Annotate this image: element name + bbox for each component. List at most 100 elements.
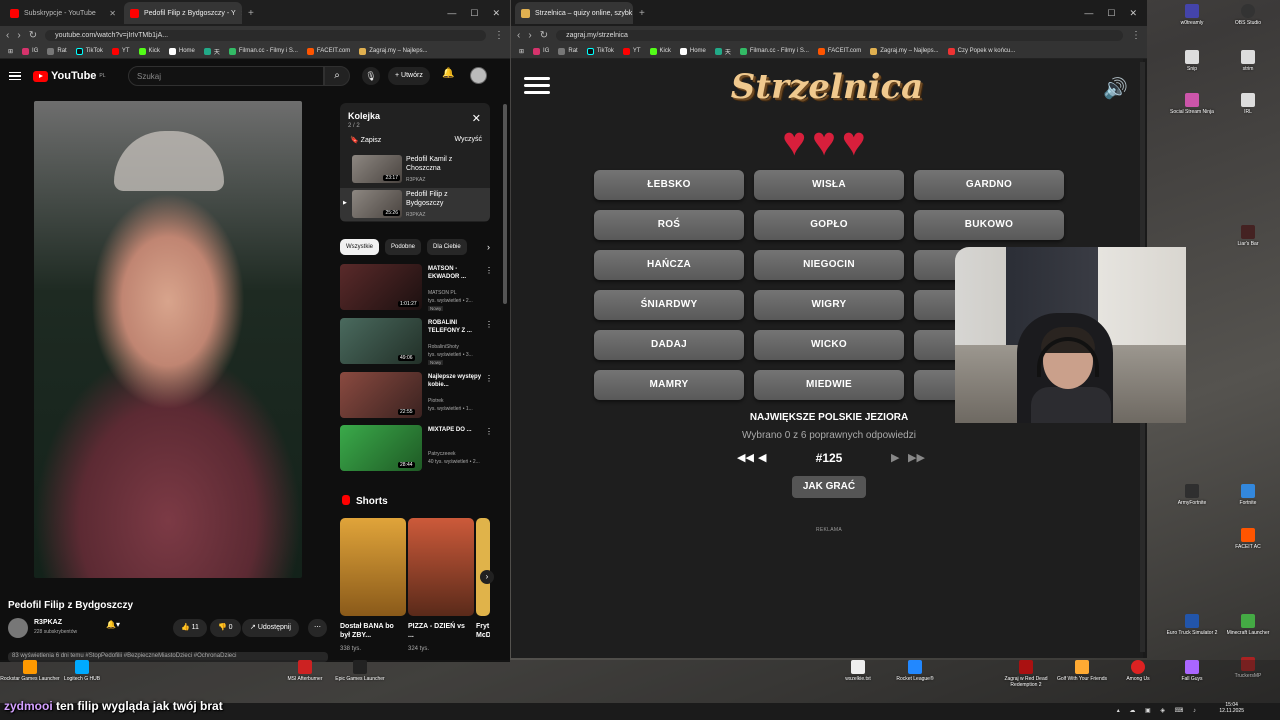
apps-icon[interactable]: ⊞ [519,48,524,55]
taskbar-clock[interactable]: 15:04 12.11.2025 [1219,702,1244,714]
answer-button[interactable]: BUKOWO [914,210,1064,240]
desktop-icon[interactable]: strim [1218,50,1278,72]
chip-all[interactable]: Wszystkie [340,239,379,255]
save-queue-button[interactable]: 🔖 Zapisz [350,136,381,144]
desktop-icon[interactable]: FACEIT AC [1218,528,1278,550]
answer-button[interactable]: DADAJ [594,330,744,360]
tab-subskrypcje[interactable]: Subskrypcje - YouTube ✕ [4,2,122,24]
bookmark-faceit[interactable]: FACEIT.com [306,47,350,55]
how-to-play-button[interactable]: JAK GRAĆ [792,476,866,498]
desktop-icon[interactable]: Euro Truck Simulator 2 [1162,614,1222,636]
desktop-icon[interactable]: ArmyFortnite [1162,484,1222,506]
video-player[interactable] [34,101,302,578]
last-puzzle-icon[interactable]: ▶▶ [908,451,925,464]
chip-similar[interactable]: Podobne [385,239,422,255]
close-window-icon[interactable]: ✕ [492,8,500,19]
reload-icon[interactable]: ↻ [29,30,37,41]
menu-icon[interactable] [9,70,21,83]
desktop-icon[interactable]: Fortnite [1218,484,1278,506]
avatar[interactable] [470,67,487,84]
short-title[interactable]: Dostał BANA bo był ZBY... [340,622,400,640]
channel-avatar[interactable] [8,618,28,638]
forward-icon[interactable]: › [17,30,20,41]
answer-button[interactable]: WISŁA [754,170,904,200]
desktop-icon[interactable]: OBS Studio [1218,4,1278,26]
clear-queue-button[interactable]: Wyczyść [454,136,482,143]
answer-button[interactable]: WICKO [754,330,904,360]
short-thumbnail[interactable] [476,518,490,616]
answer-button[interactable]: ŁEBSKO [594,170,744,200]
desktop-icon[interactable]: Rockstar Games Launcher [0,660,60,682]
system-tray[interactable]: ▴ ☁ ▣ ◈ ⌨ ♪ [1117,707,1200,714]
answer-button[interactable]: ŚNIARDWY [594,290,744,320]
bookmark-popek[interactable]: Czy Popek w końcu... [947,47,1015,55]
forward-icon[interactable]: › [528,30,531,41]
create-button[interactable]: + Utwórz [388,67,430,85]
chevron-right-icon[interactable]: › [480,570,494,584]
back-icon[interactable]: ‹ [517,30,520,41]
more-icon[interactable]: ⋮ [485,374,493,383]
recommended-video[interactable]: 49:06 ROBALINI TELEFONY Z ... RobaliniSh… [340,318,500,366]
maximize-icon[interactable]: ☐ [470,8,478,19]
bookmark-tiktok[interactable]: TikTok [75,47,103,55]
chevron-right-icon[interactable]: › [487,242,490,252]
desktop-icon[interactable]: MSI Afterburner [275,660,335,682]
bookmark-kick[interactable]: Kick [138,47,160,55]
close-window-icon[interactable]: ✕ [1129,8,1137,19]
desktop-icon[interactable]: Rocket League® [885,660,945,682]
desktop-icon[interactable]: Minecraft Launcher [1218,614,1278,636]
answer-button[interactable]: GOPŁO [754,210,904,240]
subscribed-bell-icon[interactable]: 🔔▾ [106,620,120,629]
answer-button[interactable]: MAMRY [594,370,744,400]
more-icon[interactable]: ⋮ [485,427,493,436]
queue-item-current[interactable]: ▶ 25:26 Pedofil Filip z Bydgoszczy R3PKA… [340,188,490,221]
minimize-icon[interactable]: — [447,8,456,19]
desktop-icon[interactable]: Logitech G HUB [52,660,112,682]
bookmark-kick[interactable]: Kick [649,47,671,55]
desktop-icon[interactable]: IRL [1218,93,1278,115]
like-button[interactable]: 👍 11 [173,619,207,637]
youtube-logo[interactable]: YouTube PL [33,70,106,82]
close-tab-icon[interactable]: ✕ [241,9,242,18]
more-icon[interactable]: ⋮ [485,266,493,275]
tab-strzelnica[interactable]: Strzelnica – quizy online, szybk ✕ [515,2,633,24]
desktop-icon[interactable]: Fall Guys [1162,660,1222,682]
url-field[interactable]: youtube.com/watch?v=jIrIvTMb1jA... [45,29,486,41]
answer-button[interactable]: MIEDWIE [754,370,904,400]
more-icon[interactable]: ⋮ [485,320,493,329]
short-title[interactable]: Fryt McD [476,622,490,640]
answer-button[interactable]: NIEGOCIN [754,250,904,280]
close-icon[interactable]: ✕ [472,112,481,125]
desktop-icon[interactable]: Liar's Bar [1218,225,1278,247]
bookmark-rat[interactable]: Rat [47,47,67,55]
answer-button[interactable]: GARDNO [914,170,1064,200]
extensions-icon[interactable]: ⋮ [494,30,504,41]
bookmark-tiktok[interactable]: TikTok [586,47,614,55]
close-tab-icon[interactable]: ✕ [109,9,116,18]
bookmark-yt[interactable]: YT [111,47,130,55]
new-tab-icon[interactable]: + [248,8,254,19]
tab-video[interactable]: Pedofil Filip z Bydgoszczy - Y ✕ [124,2,242,24]
reload-icon[interactable]: ↻ [540,30,548,41]
bookmark-zagraj[interactable]: Zagraj.my – Najleps... [870,47,939,55]
answer-button[interactable]: WIGRY [754,290,904,320]
desktop-icon[interactable]: Snip [1162,50,1222,72]
desktop-icon[interactable]: Social Stream Ninja [1162,93,1222,115]
bookmark-kanji[interactable]: 天 [714,47,731,56]
short-title[interactable]: PIZZA - DZIEŃ vs ... [408,622,468,640]
recommended-video[interactable]: 1:01:27 MATSON - EKWADOR ... MATSON PL t… [340,264,500,312]
speaker-icon[interactable]: 🔊 [1103,76,1128,101]
channel-name[interactable]: R3PKAZ [34,619,62,626]
new-tab-icon[interactable]: + [639,8,645,19]
bookmark-ig[interactable]: IG [22,47,38,55]
bookmark-yt[interactable]: YT [622,47,641,55]
bookmark-zagraj[interactable]: Zagraj.my – Najleps... [359,47,428,55]
bookmark-faceit[interactable]: FACEIT.com [817,47,861,55]
more-actions-icon[interactable]: ⋯ [308,619,327,637]
recommended-video[interactable]: 28:44 MIXTAPE DO ... Patryczeeek 40 tys.… [340,425,500,473]
bookmark-ig[interactable]: IG [533,47,549,55]
search-button[interactable]: ⌕ [324,66,350,86]
answer-button[interactable]: ROŚ [594,210,744,240]
next-puzzle-icon[interactable]: ▶ [891,451,899,464]
notifications-icon[interactable]: 🔔 [442,68,454,79]
